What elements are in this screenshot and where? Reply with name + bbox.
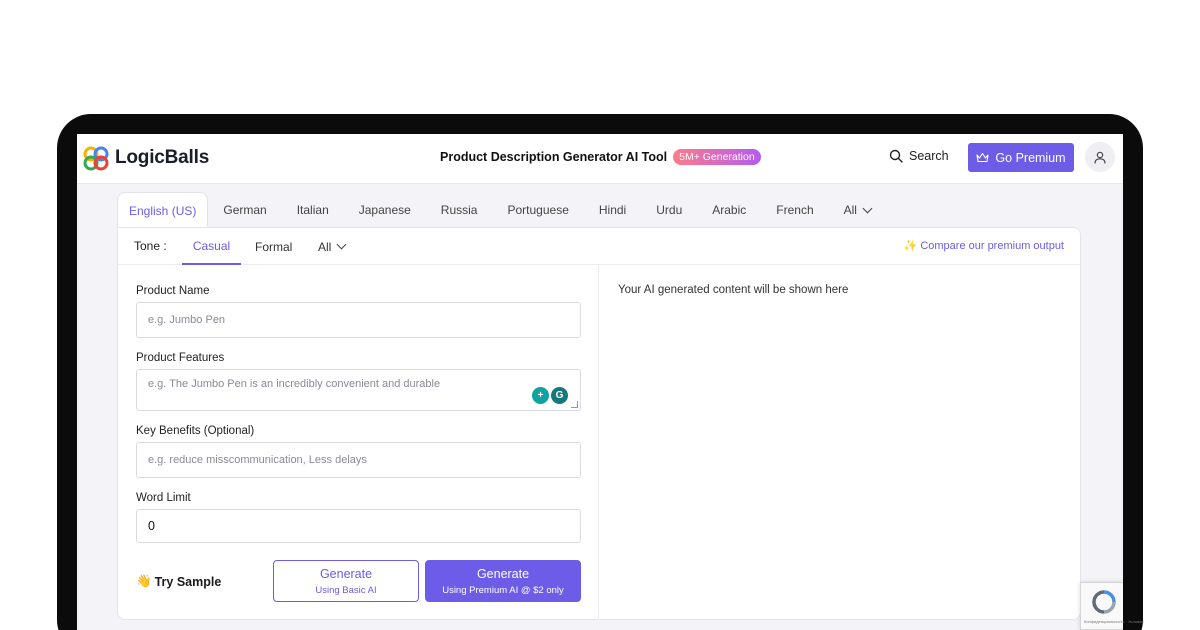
word-limit-value: 0	[148, 519, 155, 533]
output-placeholder: Your AI generated content will be shown …	[618, 284, 849, 296]
tab-language-japanese[interactable]: Japanese	[344, 192, 426, 228]
tab-language-portuguese[interactable]: Portuguese	[492, 192, 583, 228]
chevron-down-icon	[336, 239, 347, 250]
search-icon	[889, 149, 903, 163]
tab-tone-casual[interactable]: Casual	[182, 228, 241, 265]
recaptcha-terms[interactable]: Конфиденциальность · Условия	[1084, 619, 1144, 624]
grammarly-widget[interactable]: + G	[532, 387, 568, 404]
grammarly-icon[interactable]: G	[551, 387, 568, 404]
language-tabs: English (US) German Italian Japanese Rus…	[117, 192, 886, 228]
generate-premium-button[interactable]: Generate Using Premium AI @ $2 only	[425, 560, 581, 602]
tab-language-arabic[interactable]: Arabic	[697, 192, 761, 228]
generate-basic-label: Generate	[319, 566, 373, 581]
tab-language-french[interactable]: French	[761, 192, 828, 228]
search-label: Search	[909, 149, 949, 163]
grammarly-assist-icon[interactable]: +	[532, 387, 549, 404]
tab-language-english-us[interactable]: English (US)	[117, 192, 209, 228]
tone-label: Tone :	[134, 239, 167, 253]
chevron-down-icon	[862, 203, 873, 213]
tab-language-urdu[interactable]: Urdu	[641, 192, 697, 228]
logicballs-logo-icon	[83, 146, 109, 171]
generate-basic-sublabel: Using Basic AI	[315, 584, 377, 596]
product-name-input[interactable]: e.g. Jumbo Pen	[136, 302, 581, 338]
waving-hand-icon: 👋	[136, 574, 152, 588]
key-benefits-input[interactable]: e.g. reduce misscommunication, Less dela…	[136, 442, 581, 478]
tone-all-dropdown[interactable]: All	[318, 228, 347, 265]
crown-icon	[976, 152, 989, 163]
word-limit-input[interactable]: 0	[136, 509, 581, 543]
top-header: LogicBalls Product Description Generator…	[77, 134, 1123, 184]
user-avatar-button[interactable]	[1085, 142, 1115, 172]
product-features-placeholder: e.g. The Jumbo Pen is an incredibly conv…	[148, 378, 441, 390]
product-name-placeholder: e.g. Jumbo Pen	[148, 314, 226, 326]
product-features-textarea[interactable]: e.g. The Jumbo Pen is an incredibly conv…	[136, 369, 581, 411]
recaptcha-badge[interactable]: Конфиденциальность · Условия	[1080, 582, 1144, 630]
product-features-label: Product Features	[136, 352, 225, 364]
page-title: Product Description Generator AI Tool	[440, 150, 668, 164]
language-all-dropdown[interactable]: All	[829, 192, 886, 228]
tone-selector: Tone : Casual Formal All ✨ Compare our p…	[118, 228, 1080, 265]
tab-language-russia[interactable]: Russia	[426, 192, 493, 228]
tab-language-italian[interactable]: Italian	[282, 192, 344, 228]
user-icon	[1094, 151, 1106, 164]
word-limit-label: Word Limit	[136, 492, 191, 504]
search-button[interactable]: Search	[889, 149, 949, 163]
generate-premium-label: Generate	[476, 566, 530, 581]
generator-card: Tone : Casual Formal All ✨ Compare our p…	[117, 227, 1081, 620]
page-title-group: Product Description Generator AI Tool 5M…	[440, 149, 761, 165]
key-benefits-placeholder: e.g. reduce misscommunication, Less dela…	[148, 454, 367, 466]
tab-language-hindi[interactable]: Hindi	[584, 192, 641, 228]
generate-premium-sublabel: Using Premium AI @ $2 only	[442, 584, 564, 596]
key-benefits-label: Key Benefits (Optional)	[136, 425, 255, 437]
try-sample-label: Try Sample	[154, 574, 222, 589]
generate-basic-button[interactable]: Generate Using Basic AI	[273, 560, 419, 602]
generation-count-badge: 5M+ Generation	[673, 149, 761, 165]
compare-premium-link[interactable]: ✨ Compare our premium output	[904, 239, 1064, 252]
tone-all-label: All	[318, 239, 332, 254]
tab-language-german[interactable]: German	[208, 192, 281, 228]
brand-logo[interactable]: LogicBalls	[82, 144, 209, 172]
brand-name: LogicBalls	[115, 147, 210, 168]
go-premium-button[interactable]: Go Premium	[968, 143, 1074, 172]
language-all-label: All	[843, 203, 857, 217]
app-screen: LogicBalls Product Description Generator…	[77, 134, 1123, 630]
tab-tone-formal[interactable]: Formal	[255, 228, 292, 265]
resize-handle-icon[interactable]	[571, 401, 578, 408]
product-name-label: Product Name	[136, 285, 210, 297]
try-sample-button[interactable]: 👋 Try Sample	[136, 574, 221, 589]
go-premium-label: Go Premium	[995, 150, 1066, 165]
input-form: Product Name e.g. Jumbo Pen Product Feat…	[118, 265, 599, 620]
recaptcha-icon	[1092, 590, 1116, 614]
